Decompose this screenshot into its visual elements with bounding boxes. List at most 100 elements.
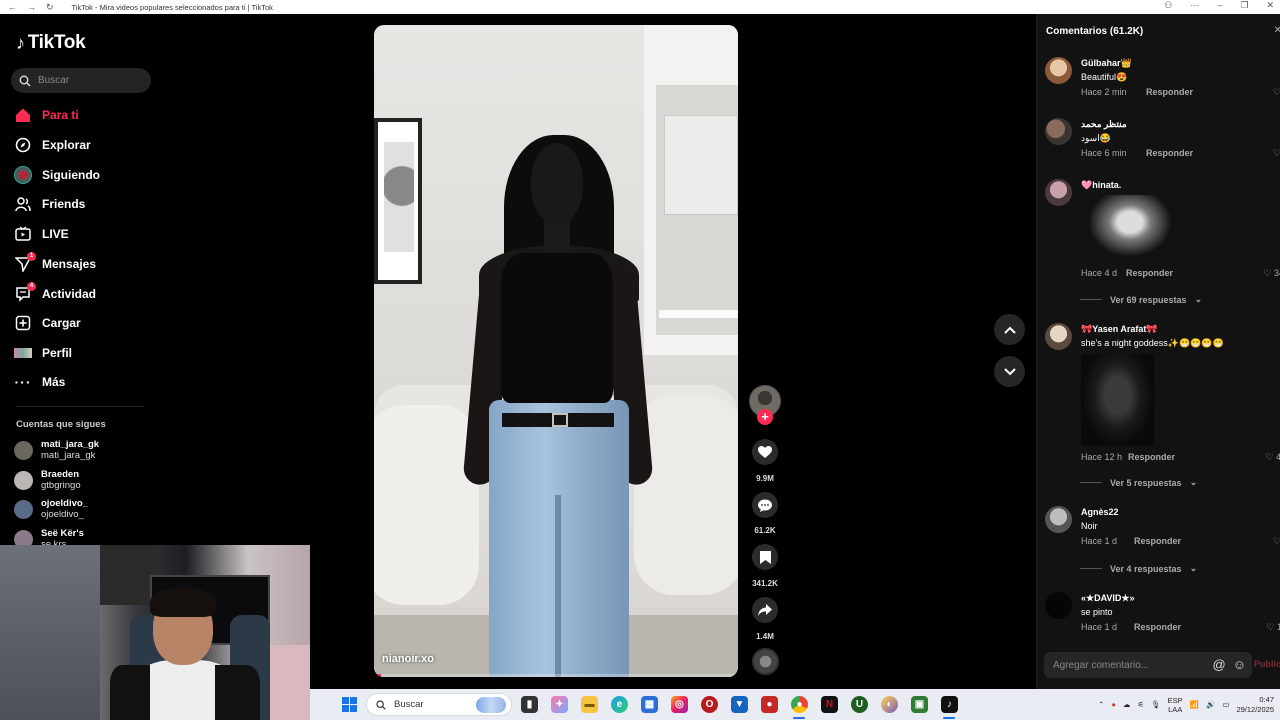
chevron-up-icon[interactable]: ⌃: [1098, 700, 1104, 709]
recorder-icon[interactable]: ●: [761, 696, 778, 713]
view-replies-button[interactable]: Ver 69 respuestas ⌄: [1080, 294, 1202, 305]
chrome-icon[interactable]: ●: [791, 696, 808, 713]
sidebar-item-mensajes[interactable]: 1 Mensajes: [14, 252, 96, 276]
sidebar-search[interactable]: Buscar: [11, 68, 151, 93]
microphone-icon[interactable]: 🎙: [1151, 700, 1161, 709]
android-icon[interactable]: ▣: [911, 696, 928, 713]
browser-menu-icon[interactable]: ⋯: [1190, 0, 1199, 11]
comment-like-button[interactable]: ♡: [1273, 87, 1280, 98]
messages-icon: 1: [14, 252, 36, 273]
instagram-icon[interactable]: ◎: [671, 696, 688, 713]
next-video-button[interactable]: [994, 356, 1025, 387]
view-replies-button[interactable]: Ver 5 respuestas ⌄: [1080, 477, 1197, 488]
reply-button[interactable]: Responder: [1134, 622, 1181, 632]
comment-input[interactable]: Agregar comentario... @ ☺: [1044, 652, 1252, 678]
wifi-icon[interactable]: 📶: [1190, 700, 1199, 709]
comment-username[interactable]: Gülbahar👑: [1081, 58, 1132, 69]
video-author-handle[interactable]: nianoir.xo: [382, 653, 434, 665]
reply-button[interactable]: Responder: [1146, 148, 1193, 158]
language-indicator[interactable]: ESP LAA: [1168, 696, 1183, 714]
windows-start-icon[interactable]: [342, 697, 357, 712]
tiktok-taskbar-icon[interactable]: ♪: [941, 696, 958, 713]
follow-plus-icon[interactable]: +: [757, 409, 773, 425]
avatar[interactable]: [1045, 506, 1072, 533]
following-account[interactable]: Braeden gtbgringo: [14, 469, 81, 491]
save-button[interactable]: [752, 544, 778, 570]
comment-username[interactable]: «★DAVID★»: [1081, 593, 1134, 604]
close-icon[interactable]: ✕: [1274, 25, 1280, 36]
clock[interactable]: 0:47 29/12/2025: [1236, 695, 1274, 715]
reply-button[interactable]: Responder: [1134, 536, 1181, 546]
avatar[interactable]: [1045, 592, 1072, 619]
avatar[interactable]: [1045, 323, 1072, 350]
edge-icon[interactable]: e: [611, 696, 628, 713]
comment-image[interactable]: [1081, 195, 1179, 263]
like-button[interactable]: [752, 439, 778, 465]
cloud-icon[interactable]: ☁: [1123, 700, 1131, 709]
avatar[interactable]: [1045, 57, 1072, 84]
file-explorer-icon[interactable]: ▬: [581, 696, 598, 713]
video-progress-bar[interactable]: [374, 674, 738, 677]
share-button[interactable]: [752, 597, 778, 623]
reply-button[interactable]: Responder: [1146, 87, 1193, 97]
view-replies-button[interactable]: Ver 4 respuestas ⌄: [1080, 563, 1197, 574]
sidebar-item-live[interactable]: LIVE: [14, 222, 69, 246]
comment-username[interactable]: Agnès22: [1081, 507, 1119, 517]
minimize-icon[interactable]: –: [1217, 0, 1222, 11]
sidebar-item-mas[interactable]: ··· Más: [14, 370, 66, 394]
task-view-icon[interactable]: ▮: [521, 696, 538, 713]
avatar[interactable]: [1045, 118, 1072, 145]
comment-like-button[interactable]: ♡: [1273, 148, 1280, 159]
network-icon[interactable]: ⚟: [1137, 700, 1144, 709]
extensions-icon[interactable]: ⚇: [1164, 0, 1172, 11]
comment-username[interactable]: 🎀Yasen Arafat🎀: [1081, 324, 1158, 335]
restore-icon[interactable]: ❐: [1240, 0, 1248, 11]
emoji-icon[interactable]: ☺: [1233, 657, 1246, 672]
copilot-icon[interactable]: ✦: [551, 696, 568, 713]
sidebar-item-siguiendo[interactable]: Siguiendo: [14, 163, 100, 187]
sidebar-item-para-ti[interactable]: Para ti: [14, 103, 79, 127]
comment-like-button[interactable]: ♡: [1273, 536, 1280, 547]
forward-icon[interactable]: →: [27, 2, 36, 13]
sidebar-item-cargar[interactable]: Cargar: [14, 311, 81, 335]
comment-like-button[interactable]: ♡ 4: [1265, 452, 1280, 463]
taskbar-search[interactable]: Buscar: [366, 693, 512, 716]
video-player[interactable]: nianoir.xo: [374, 25, 738, 677]
sidebar-item-explorar[interactable]: Explorar: [14, 133, 91, 157]
browser-app-icon[interactable]: ◐: [881, 696, 898, 713]
reply-button[interactable]: Responder: [1128, 452, 1175, 462]
reply-button[interactable]: Responder: [1126, 268, 1173, 278]
post-button[interactable]: Publicar: [1254, 659, 1280, 669]
sidebar-item-label: Cargar: [42, 316, 81, 330]
store-icon[interactable]: ▦: [641, 696, 658, 713]
previous-video-button[interactable]: [994, 314, 1025, 345]
comment-image[interactable]: [1081, 354, 1154, 446]
battery-icon[interactable]: ▭: [1222, 700, 1229, 709]
comment-button[interactable]: [752, 492, 778, 518]
close-window-icon[interactable]: ✕: [1266, 0, 1274, 11]
back-icon[interactable]: ←: [8, 2, 17, 13]
sound-disc-icon[interactable]: [752, 648, 779, 675]
comment-like-button[interactable]: ♡ 12: [1266, 622, 1280, 633]
opera-icon[interactable]: O: [701, 696, 718, 713]
sidebar-item-actividad[interactable]: 4 Actividad: [14, 282, 96, 306]
webcam-poster: [100, 545, 155, 605]
avatar[interactable]: [1045, 179, 1072, 206]
reload-icon[interactable]: ↻: [46, 2, 54, 13]
mention-icon[interactable]: @: [1213, 657, 1226, 672]
comment-username[interactable]: منتظر محمد: [1081, 119, 1127, 130]
shield-icon[interactable]: ▼: [731, 696, 748, 713]
search-placeholder: Buscar: [38, 75, 70, 86]
comment-like-button[interactable]: ♡ 345: [1263, 268, 1280, 279]
netflix-icon[interactable]: N: [821, 696, 838, 713]
following-account[interactable]: ojoeldivo_ ojoeldivo_: [14, 498, 88, 520]
volume-icon[interactable]: 🔊: [1206, 700, 1215, 709]
tiktok-logo[interactable]: ♪ TikTok: [16, 32, 86, 54]
more-icon: ···: [14, 374, 32, 390]
sidebar-item-perfil[interactable]: Perfil: [14, 341, 72, 365]
following-account[interactable]: mati_jara_gk mati_jara_gk: [14, 439, 99, 461]
sidebar-item-friends[interactable]: Friends: [14, 192, 85, 216]
comment-meta: Hace 2 min Responder: [1081, 87, 1193, 97]
upwork-icon[interactable]: U: [851, 696, 868, 713]
comment-username[interactable]: 🩷hinata.: [1081, 180, 1121, 191]
